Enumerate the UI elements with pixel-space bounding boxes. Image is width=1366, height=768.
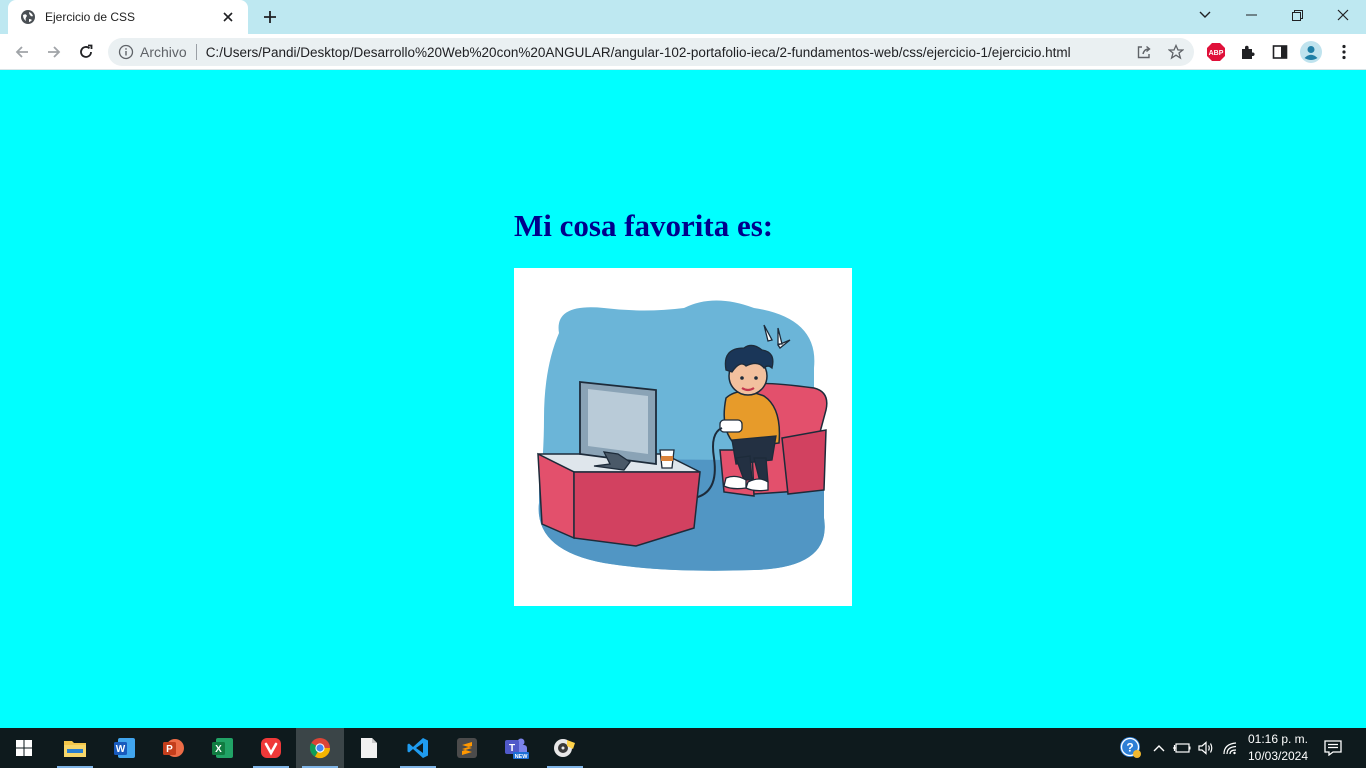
menu-kebab-icon[interactable] — [1330, 38, 1358, 66]
file-explorer-icon[interactable] — [51, 728, 99, 768]
page-heading: Mi cosa favorita es: — [514, 208, 774, 243]
extensions-puzzle-icon[interactable] — [1234, 38, 1262, 66]
svg-text:W: W — [116, 744, 126, 755]
tab-search-icon[interactable] — [1182, 0, 1228, 30]
profile-avatar-icon[interactable] — [1297, 38, 1325, 66]
volume-icon[interactable] — [1196, 728, 1216, 768]
gamer-illustration — [514, 268, 852, 606]
tab-title: Ejercicio de CSS — [45, 10, 136, 24]
chrome-icon[interactable] — [296, 728, 344, 768]
url-text[interactable]: C:/Users/Pandi/Desktop/Desarrollo%20Web%… — [206, 45, 1071, 60]
vscode-icon[interactable] — [394, 728, 442, 768]
word-icon[interactable]: W — [100, 728, 148, 768]
help-icon[interactable]: ? — [1118, 728, 1144, 768]
windows-taskbar: W P X T NEW ? 01:16 p. m. 10/03/2024 — [0, 728, 1366, 768]
new-tab-button[interactable] — [258, 5, 282, 29]
browser-tab[interactable]: Ejercicio de CSS — [8, 0, 248, 34]
close-tab-icon[interactable] — [218, 7, 238, 27]
globe-icon — [20, 9, 36, 25]
reload-button[interactable] — [72, 38, 100, 66]
powerpoint-icon[interactable]: P — [149, 728, 197, 768]
notepad-icon[interactable] — [345, 728, 393, 768]
show-hidden-icons-chevron[interactable] — [1150, 728, 1168, 768]
sublime-text-icon[interactable] — [443, 728, 491, 768]
back-button[interactable] — [8, 38, 36, 66]
svg-text:P: P — [166, 744, 173, 755]
windows-start-icon[interactable] — [0, 728, 48, 768]
system-clock[interactable]: 01:16 p. m. 10/03/2024 — [1240, 731, 1316, 765]
share-icon[interactable] — [1130, 38, 1158, 66]
clock-date: 10/03/2024 — [1247, 749, 1309, 763]
site-info-icon[interactable] — [118, 44, 134, 60]
svg-text:X: X — [215, 744, 222, 755]
adblock-plus-icon[interactable]: ABP — [1202, 38, 1230, 66]
file-scheme-chip: Archivo — [140, 44, 187, 60]
browser-toolbar: Archivo C:/Users/Pandi/Desktop/Desarroll… — [0, 34, 1366, 70]
minimize-button[interactable] — [1228, 0, 1274, 30]
side-panel-icon[interactable] — [1266, 38, 1294, 66]
omnibox-separator — [195, 44, 197, 60]
notifications-icon[interactable] — [1320, 728, 1346, 768]
tab-strip: Ejercicio de CSS — [0, 0, 1366, 34]
teams-new-badge: NEW — [515, 754, 529, 760]
abp-label: ABP — [1209, 50, 1224, 57]
battery-icon[interactable] — [1172, 728, 1192, 768]
address-bar[interactable]: Archivo C:/Users/Pandi/Desktop/Desarroll… — [108, 38, 1194, 66]
close-window-button[interactable] — [1320, 0, 1366, 30]
restore-button[interactable] — [1274, 0, 1320, 30]
clock-time: 01:16 p. m. — [1247, 732, 1309, 746]
excel-icon[interactable]: X — [198, 728, 246, 768]
wifi-icon[interactable] — [1220, 728, 1240, 768]
teams-icon[interactable]: T NEW — [492, 728, 540, 768]
media-app-icon[interactable] — [541, 728, 589, 768]
vivaldi-icon[interactable] — [247, 728, 295, 768]
forward-button[interactable] — [40, 38, 68, 66]
bookmark-star-icon[interactable] — [1162, 38, 1190, 66]
svg-text:?: ? — [1126, 741, 1133, 755]
